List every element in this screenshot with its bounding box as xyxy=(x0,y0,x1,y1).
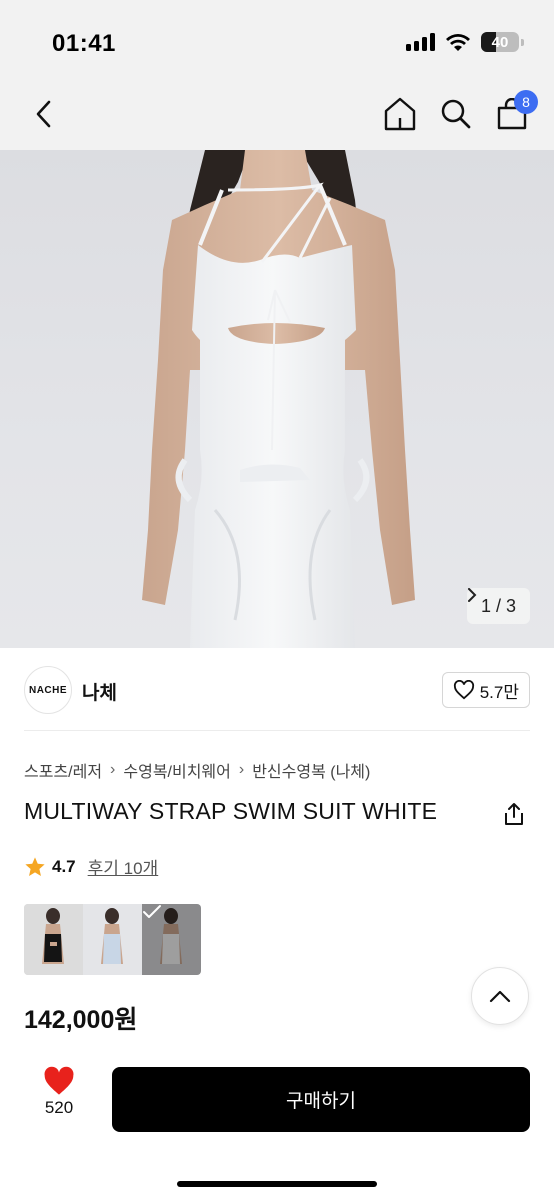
home-indicator xyxy=(177,1181,377,1187)
product-price: 142,000원 xyxy=(24,1006,138,1034)
product-title: MULTIWAY STRAP SWIM SUIT WHITE xyxy=(24,798,438,824)
chevron-right-icon xyxy=(467,588,477,602)
check-icon xyxy=(143,905,161,918)
image-counter[interactable]: 1 / 3 xyxy=(466,588,530,624)
heart-filled-icon xyxy=(44,1066,74,1095)
selected-overlay xyxy=(142,904,201,975)
share-icon xyxy=(505,803,523,825)
breadcrumb-separator-icon: › xyxy=(110,761,116,778)
status-time: 01:41 xyxy=(52,30,116,57)
divider xyxy=(24,730,530,731)
search-button[interactable] xyxy=(438,94,474,134)
swatch-black-image xyxy=(24,904,83,975)
search-icon xyxy=(441,99,471,129)
battery-level: 40 xyxy=(491,33,509,51)
breadcrumb-item[interactable]: 스포츠/레저 xyxy=(24,758,102,782)
status-icons: 40 xyxy=(406,32,524,52)
battery-icon: 40 xyxy=(481,32,519,52)
breadcrumb: 스포츠/레저 › 수영복/비치웨어 › 반신수영복 (나체) xyxy=(24,758,370,782)
swatch-light-blue[interactable] xyxy=(83,904,142,975)
brand-row: NACHE 나체 5.7만 xyxy=(24,664,530,716)
brand-like-count: 5.7만 xyxy=(479,682,519,702)
chevron-left-icon xyxy=(36,100,51,128)
swatch-white[interactable] xyxy=(142,904,201,975)
cart-button[interactable]: 8 xyxy=(494,90,538,134)
swatch-black[interactable] xyxy=(24,904,83,975)
rating-value: 4.7 xyxy=(52,856,76,876)
swatch-light-blue-image xyxy=(83,904,142,975)
cart-count-badge: 8 xyxy=(514,90,538,114)
product-image-gallery[interactable]: 1 / 3 xyxy=(0,150,554,648)
product-photo xyxy=(142,150,415,648)
star-icon xyxy=(25,856,45,876)
breadcrumb-item[interactable]: 반신수영복 (나체) xyxy=(252,758,370,782)
top-nav: 8 xyxy=(0,80,554,150)
brand-like-button[interactable]: 5.7만 xyxy=(441,672,530,708)
home-icon xyxy=(384,97,416,131)
review-link[interactable]: 후기 10개 xyxy=(88,854,159,879)
brand-logo[interactable]: NACHE xyxy=(24,666,72,714)
bottom-action-bar: 520 구매하기 xyxy=(0,1050,554,1200)
back-button[interactable] xyxy=(26,96,62,132)
color-swatches xyxy=(24,904,201,975)
cellular-signal-icon xyxy=(406,33,435,51)
wish-button[interactable]: 520 xyxy=(34,1066,84,1118)
home-button[interactable] xyxy=(382,94,418,134)
breadcrumb-item[interactable]: 수영복/비치웨어 xyxy=(123,758,231,782)
status-bar: 01:41 40 xyxy=(0,0,554,80)
scroll-top-button[interactable] xyxy=(471,967,529,1025)
buy-button[interactable]: 구매하기 xyxy=(112,1067,530,1132)
heart-outline-icon xyxy=(453,680,474,700)
wifi-icon xyxy=(446,34,470,51)
brand-name[interactable]: 나체 xyxy=(82,678,117,705)
share-button[interactable] xyxy=(500,800,528,828)
chevron-up-icon xyxy=(489,990,511,1003)
wish-count: 520 xyxy=(44,1098,74,1117)
rating-row: 4.7 후기 10개 xyxy=(24,854,158,879)
image-counter-text: 1 / 3 xyxy=(480,595,516,616)
breadcrumb-separator-icon: › xyxy=(238,761,245,778)
